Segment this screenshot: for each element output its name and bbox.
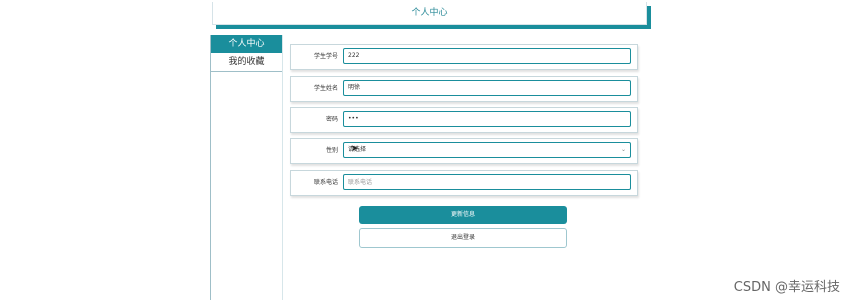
page-title: 个人中心 bbox=[411, 8, 448, 18]
sidebar-item-favorites[interactable]: 我的收藏 bbox=[211, 53, 282, 72]
logout-button[interactable]: 退出登录 bbox=[359, 228, 567, 248]
sidebar-item-label: 个人中心 bbox=[228, 39, 265, 49]
chevron-down-icon: ⌄ bbox=[620, 146, 626, 153]
student-id-label: 学生学号 bbox=[313, 53, 338, 60]
student-name-label: 学生姓名 bbox=[313, 85, 338, 92]
password-label: 密码 bbox=[325, 116, 338, 123]
update-info-button[interactable]: 更新信息 bbox=[359, 206, 567, 224]
phone-input[interactable] bbox=[343, 174, 631, 190]
form-row-gender: 性别 请选择 ⌄ bbox=[290, 138, 638, 164]
gender-label: 性别 bbox=[325, 147, 338, 154]
student-id-input[interactable]: 222 bbox=[343, 48, 631, 64]
gender-select[interactable]: 请选择 ⌄ bbox=[343, 142, 631, 158]
watermark: CSDN @幸运科技 bbox=[733, 280, 840, 295]
page-header: 个人中心 bbox=[212, 2, 647, 25]
cursor-icon: ➤ bbox=[351, 144, 359, 154]
password-input[interactable]: ••• bbox=[343, 111, 631, 127]
form-row-password: 密码 ••• bbox=[290, 107, 638, 133]
sidebar: 个人中心 我的收藏 bbox=[210, 35, 283, 300]
sidebar-item-profile[interactable]: 个人中心 bbox=[211, 35, 282, 53]
form-row-student-name: 学生姓名 明徐 bbox=[290, 76, 638, 102]
phone-label: 联系电话 bbox=[313, 179, 338, 186]
sidebar-item-label: 我的收藏 bbox=[228, 57, 265, 67]
student-name-input[interactable]: 明徐 bbox=[343, 80, 631, 96]
form-row-student-id: 学生学号 222 bbox=[290, 44, 638, 70]
form-row-phone: 联系电话 bbox=[290, 170, 638, 196]
